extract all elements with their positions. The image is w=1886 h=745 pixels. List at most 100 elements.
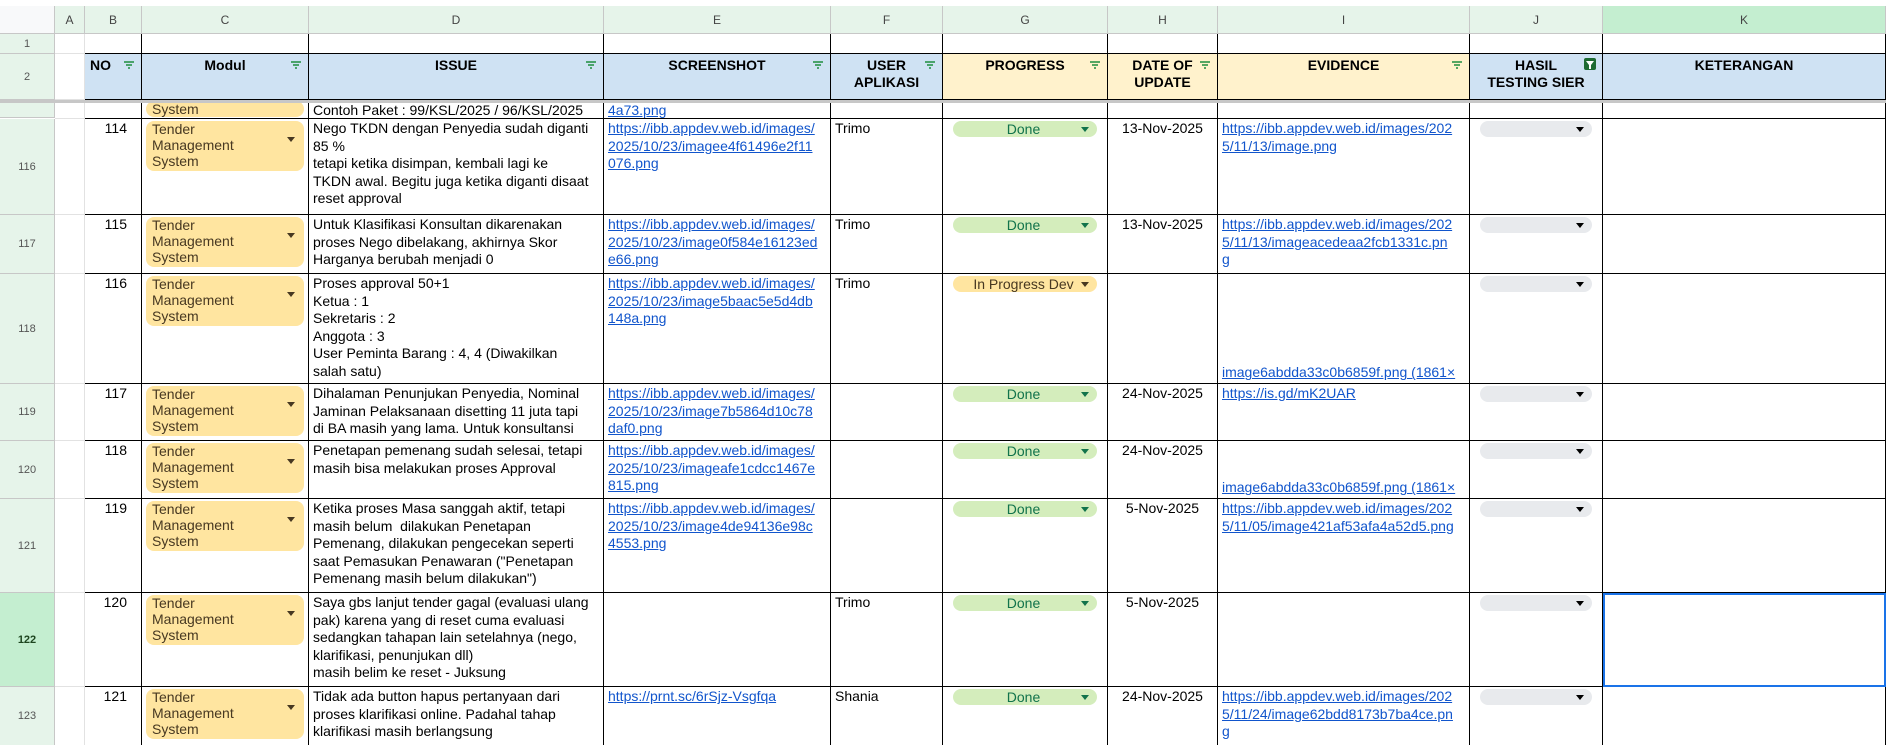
cell[interactable] xyxy=(831,103,943,119)
chevron-down-icon[interactable] xyxy=(1081,695,1089,700)
cell[interactable] xyxy=(309,34,604,54)
cell[interactable] xyxy=(604,34,831,54)
row-header-119[interactable]: 119 xyxy=(0,384,55,441)
column-header-b[interactable]: B xyxy=(85,6,142,34)
filter-icon[interactable] xyxy=(1089,58,1101,70)
cell-user[interactable]: Trimo xyxy=(831,274,943,384)
cell-hasil[interactable] xyxy=(1470,687,1603,745)
cell[interactable] xyxy=(55,34,85,54)
chevron-down-icon[interactable] xyxy=(287,137,295,142)
row-header-123[interactable]: 123 xyxy=(0,687,55,745)
chevron-down-icon[interactable] xyxy=(1081,507,1089,512)
cell-a[interactable] xyxy=(55,119,85,215)
cell-issue[interactable]: Saya gbs lanjut tender gagal (evaluasi u… xyxy=(309,593,604,687)
row-header-118[interactable]: 118 xyxy=(0,274,55,384)
chevron-down-icon[interactable] xyxy=(287,292,295,297)
chevron-down-icon[interactable] xyxy=(1576,127,1584,132)
chevron-down-icon[interactable] xyxy=(1576,507,1584,512)
screenshot-link[interactable]: https://ibb.appdev.web.id/images/ 2025/1… xyxy=(608,385,815,436)
cell-user[interactable] xyxy=(831,441,943,499)
module-dropdown-chip[interactable]: Tender Management System xyxy=(146,595,304,645)
cell-keterangan[interactable] xyxy=(1603,215,1886,274)
cell-hasil[interactable] xyxy=(1470,119,1603,215)
chevron-down-icon[interactable] xyxy=(1576,449,1584,454)
cell[interactable] xyxy=(1108,34,1218,54)
cell-user[interactable] xyxy=(831,499,943,593)
screenshot-link[interactable]: https://ibb.appdev.web.id/images/ 2025/1… xyxy=(608,216,817,267)
column-header-c[interactable]: C xyxy=(142,6,309,34)
evidence-link[interactable]: https://ibb.appdev.web.id/images/202 5/1… xyxy=(1222,216,1452,267)
cell-evidence[interactable]: https://ibb.appdev.web.id/images/202 5/1… xyxy=(1218,499,1470,593)
chevron-down-icon[interactable] xyxy=(1576,223,1584,228)
cell-keterangan[interactable] xyxy=(1603,119,1886,215)
cell-keterangan[interactable] xyxy=(1603,384,1886,441)
cell-evidence[interactable]: image6abdda33c0b6859f.png (1861× xyxy=(1218,274,1470,384)
cell-no[interactable] xyxy=(85,103,142,119)
chevron-down-icon[interactable] xyxy=(287,705,295,710)
column-header-d[interactable]: D xyxy=(309,6,604,34)
cell-modul[interactable]: Tender Management System xyxy=(142,499,309,593)
cell-progress[interactable]: Done xyxy=(943,441,1108,499)
column-header-e[interactable]: E xyxy=(604,6,831,34)
progress-dropdown-chip[interactable]: Done xyxy=(953,386,1097,402)
cell-evidence[interactable]: https://is.gd/mK2UAR xyxy=(1218,384,1470,441)
module-dropdown-chip[interactable]: Tender Management System xyxy=(146,501,304,551)
module-dropdown-chip[interactable]: Tender Management System xyxy=(146,276,304,326)
hasil-dropdown-chip[interactable] xyxy=(1480,276,1592,292)
hasil-dropdown-chip[interactable] xyxy=(1480,443,1592,459)
cell-evidence[interactable]: https://ibb.appdev.web.id/images/202 5/1… xyxy=(1218,119,1470,215)
cell-screenshot[interactable]: https://ibb.appdev.web.id/images/ 2025/1… xyxy=(604,441,831,499)
hasil-dropdown-chip[interactable] xyxy=(1480,121,1592,137)
cell-progress[interactable]: Done xyxy=(943,687,1108,745)
cell-user[interactable]: Trimo xyxy=(831,215,943,274)
screenshot-link[interactable]: https://prnt.sc/6rSjz-Vsgfqa xyxy=(608,688,776,704)
cell-a[interactable] xyxy=(55,593,85,687)
cell-evidence[interactable]: https://ibb.appdev.web.id/images/202 5/1… xyxy=(1218,687,1470,745)
evidence-link[interactable]: https://is.gd/mK2UAR xyxy=(1222,385,1356,401)
progress-dropdown-chip[interactable]: Done xyxy=(953,443,1097,459)
module-dropdown-chip[interactable]: Tender Management System xyxy=(146,386,304,436)
filter-icon[interactable] xyxy=(123,58,135,70)
progress-dropdown-chip[interactable]: Done xyxy=(953,217,1097,233)
cell-screenshot[interactable]: https://prnt.sc/6rSjz-Vsgfqa xyxy=(604,687,831,745)
row-header-116[interactable]: 116 xyxy=(0,119,55,215)
cell-no[interactable]: 121 xyxy=(85,687,142,745)
hasil-dropdown-chip[interactable] xyxy=(1480,217,1592,233)
cell-date[interactable]: 24-Nov-2025 xyxy=(1108,441,1218,499)
cell-keterangan[interactable] xyxy=(1603,441,1886,499)
chevron-down-icon[interactable] xyxy=(287,611,295,616)
evidence-link[interactable]: https://ibb.appdev.web.id/images/202 5/1… xyxy=(1222,688,1453,739)
chevron-down-icon[interactable] xyxy=(287,459,295,464)
module-dropdown-chip[interactable]: Tender Management System xyxy=(146,121,304,171)
cell-date[interactable] xyxy=(1108,274,1218,384)
row-header-117[interactable]: 117 xyxy=(0,215,55,274)
cell-issue[interactable]: Penetapan pemenang sudah selesai, tetapi… xyxy=(309,441,604,499)
cell-progress[interactable]: In Progress Dev xyxy=(943,274,1108,384)
select-all-corner[interactable] xyxy=(0,6,55,34)
cell-hasil[interactable] xyxy=(1470,384,1603,441)
cell-screenshot[interactable]: https://ibb.appdev.web.id/images/ 2025/1… xyxy=(604,119,831,215)
column-header-j[interactable]: J xyxy=(1470,6,1603,34)
cell[interactable] xyxy=(55,54,85,100)
cell-no[interactable]: 117 xyxy=(85,384,142,441)
cell-a[interactable] xyxy=(55,499,85,593)
cell-screenshot[interactable]: https://ibb.appdev.web.id/images/ 2025/1… xyxy=(604,499,831,593)
column-header-f[interactable]: F xyxy=(831,6,943,34)
chevron-down-icon[interactable] xyxy=(287,402,295,407)
cell-keterangan[interactable] xyxy=(1603,687,1886,745)
module-chip[interactable]: System xyxy=(146,103,304,117)
cell-a[interactable] xyxy=(55,687,85,745)
screenshot-link[interactable]: https://ibb.appdev.web.id/images/ 2025/1… xyxy=(608,275,815,326)
filter-active-icon[interactable] xyxy=(1584,58,1596,70)
cell-hasil[interactable] xyxy=(1470,441,1603,499)
cell-progress[interactable]: Done xyxy=(943,384,1108,441)
cell-issue[interactable]: Untuk Klasifikasi Konsultan dikarenakan … xyxy=(309,215,604,274)
cell-issue[interactable]: Dihalaman Penunjukan Penyedia, Nominal J… xyxy=(309,384,604,441)
cell-a[interactable] xyxy=(55,274,85,384)
cell[interactable] xyxy=(1218,34,1470,54)
cell-modul[interactable]: Tender Management System xyxy=(142,215,309,274)
cell-modul[interactable]: Tender Management System xyxy=(142,441,309,499)
cell-issue[interactable]: Ketika proses Masa sanggah aktif, tetapi… xyxy=(309,499,604,593)
column-header-g[interactable]: G xyxy=(943,6,1108,34)
cell[interactable] xyxy=(55,103,85,119)
